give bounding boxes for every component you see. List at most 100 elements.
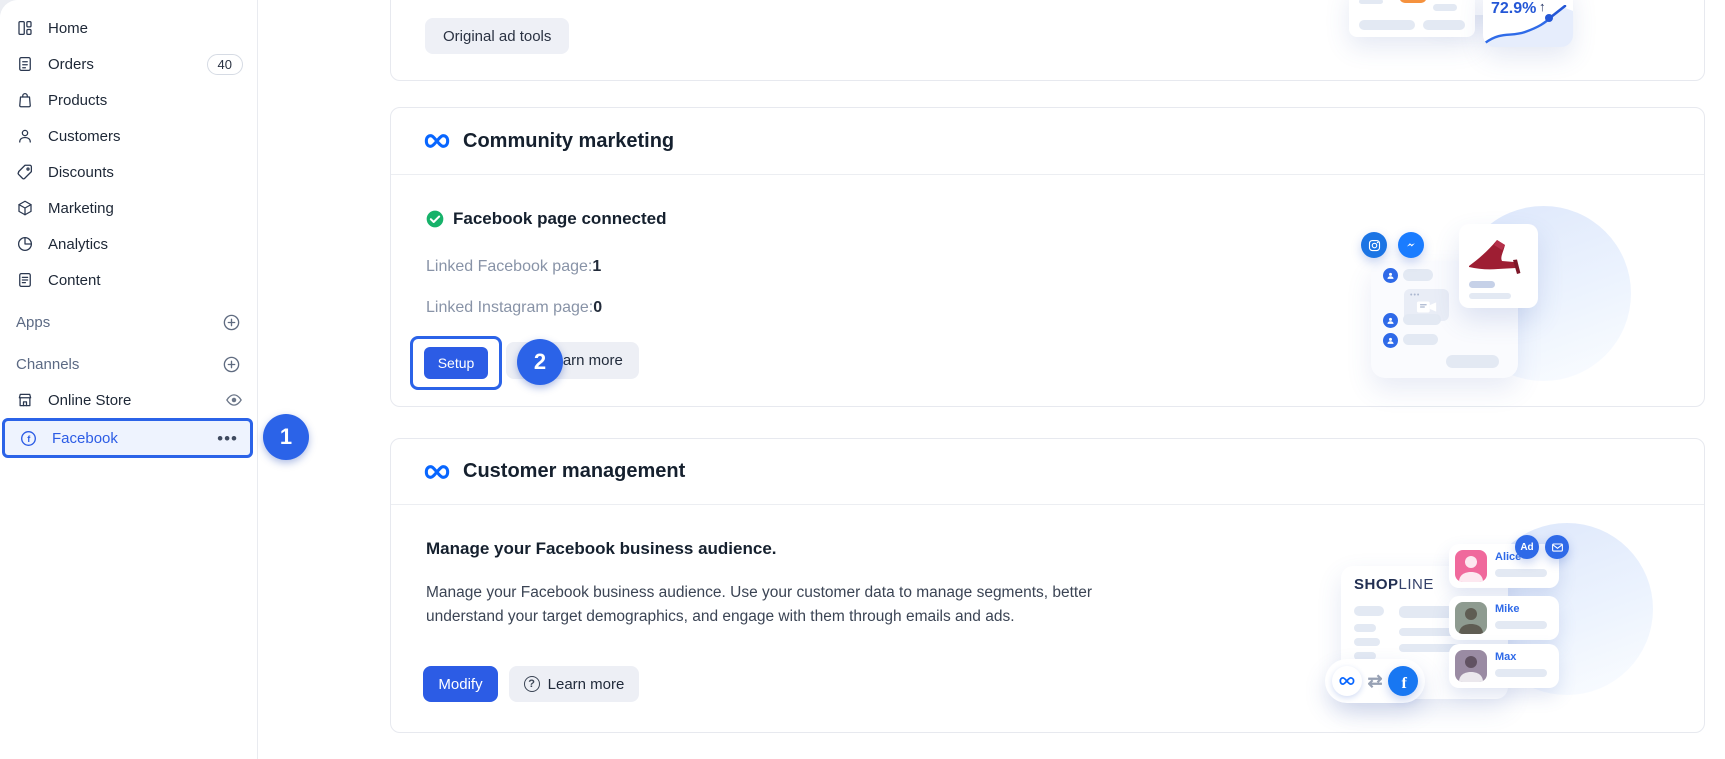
home-icon <box>16 19 34 37</box>
products-icon <box>16 91 34 109</box>
orders-count-badge: 40 <box>207 54 243 75</box>
sidebar-item-label: Customers <box>48 128 121 145</box>
avatar <box>1455 550 1487 582</box>
sidebar-item-label: Products <box>48 92 107 109</box>
deco-bar <box>1354 638 1380 646</box>
content-icon <box>16 271 34 289</box>
sidebar-item-analytics[interactable]: Analytics <box>0 226 257 262</box>
chat-bubble-bar <box>1403 334 1438 345</box>
deco-bar <box>1469 293 1511 299</box>
annotation-step-1: 1 <box>263 414 309 460</box>
logo-light: LINE <box>1399 576 1434 593</box>
setup-label: Setup <box>438 355 475 371</box>
status-text: Facebook page connected <box>453 209 667 229</box>
video-camera-icon <box>1416 299 1438 315</box>
top-card: Original ad tools Pearl rings 72.9% ↑ <box>390 0 1705 81</box>
ad-badge-label: Ad <box>1520 542 1533 553</box>
check-circle-icon <box>425 209 445 229</box>
annotation-number: 1 <box>280 424 292 450</box>
svg-text:f: f <box>27 433 31 443</box>
customer-name: Mike <box>1495 603 1519 615</box>
sidebar-item-discounts[interactable]: Discounts <box>0 154 257 190</box>
sidebar-item-label: Content <box>48 272 101 289</box>
learn-more-label: Learn more <box>548 676 625 693</box>
card-title: Customer management <box>463 460 685 483</box>
svg-text:f: f <box>1401 674 1407 692</box>
body-line: understand your target demographics, and… <box>426 605 1092 629</box>
app-window: Home Orders 40 Products Customers Discou… <box>0 0 1725 759</box>
modify-button[interactable]: Modify <box>423 666 498 702</box>
sidebar-item-label: Online Store <box>48 392 131 409</box>
chat-avatar-icon <box>1383 313 1398 328</box>
sidebar-item-facebook[interactable]: f Facebook ••• <box>2 418 253 458</box>
sidebar-section-channels: Channels <box>0 346 257 382</box>
meta-icon <box>1332 666 1362 696</box>
plus-circle-icon <box>222 355 241 374</box>
ad-badge-icon: Ad <box>1515 535 1539 559</box>
card-header: Customer management <box>391 439 1704 505</box>
sidebar-section-apps: Apps <box>0 304 257 340</box>
section-label: Channels <box>16 356 79 373</box>
sidebar-item-marketing[interactable]: Marketing <box>0 190 257 226</box>
linked-facebook-value: 1 <box>592 258 601 275</box>
sidebar-item-label: Facebook <box>52 430 118 447</box>
card-header: Community marketing <box>391 108 1704 175</box>
sidebar-item-online-store[interactable]: Online Store <box>0 382 257 418</box>
annotation-number: 2 <box>534 349 546 375</box>
deco-bar <box>1354 624 1376 632</box>
card-title: Community marketing <box>463 130 674 153</box>
sidebar-item-products[interactable]: Products <box>0 82 257 118</box>
storefront-icon <box>16 391 34 409</box>
deco-bar <box>1359 20 1415 30</box>
linked-instagram-row: Linked Instagram page:0 <box>426 299 602 317</box>
chat-bubble-bar <box>1403 269 1433 281</box>
chat-avatar-icon <box>1383 333 1398 348</box>
illustration-product-card: Pearl rings <box>1349 0 1475 37</box>
sidebar-item-customers[interactable]: Customers <box>0 118 257 154</box>
instagram-icon <box>1361 232 1387 258</box>
sidebar-item-orders[interactable]: Orders 40 <box>0 46 257 82</box>
meta-icon <box>421 125 453 157</box>
customer-mini-card: Mike <box>1449 596 1559 640</box>
annotation-step-2: 2 <box>517 339 563 385</box>
chip-label: Original ad tools <box>443 28 551 45</box>
customers-icon <box>16 127 34 145</box>
linked-instagram-value: 0 <box>593 299 602 316</box>
illustration-product-bubble <box>1459 224 1538 308</box>
facebook-channel-icon: f <box>19 429 38 448</box>
sidebar-item-label: Discounts <box>48 164 114 181</box>
chat-bubble-bar <box>1403 314 1441 325</box>
main-panel: Home Orders 40 Products Customers Discou… <box>0 0 1725 759</box>
more-options-icon[interactable]: ••• <box>217 430 238 447</box>
deco-bar <box>1423 20 1465 30</box>
original-ad-tools-chip[interactable]: Original ad tools <box>425 18 569 54</box>
sidebar-item-home[interactable]: Home <box>0 10 257 46</box>
avatar <box>1455 602 1487 634</box>
learn-more-button[interactable]: ? Learn more <box>509 666 639 702</box>
customer-management-card: Customer management Manage your Facebook… <box>390 438 1705 733</box>
discounts-icon <box>16 163 34 181</box>
sync-pill: ⇄ f <box>1325 659 1425 703</box>
deco-bar <box>1495 569 1547 577</box>
messenger-icon <box>1398 232 1424 258</box>
sidebar-item-content[interactable]: Content <box>0 262 257 298</box>
add-app-button[interactable] <box>222 313 241 332</box>
customer-name: Max <box>1495 651 1516 663</box>
meta-icon <box>421 456 453 488</box>
deco-bar <box>1433 4 1457 11</box>
community-marketing-card: Community marketing Facebook page connec… <box>390 107 1705 407</box>
deco-bar <box>1495 669 1547 677</box>
linked-facebook-label: Linked Facebook page: <box>426 258 592 275</box>
email-badge-icon <box>1545 535 1569 559</box>
add-channel-button[interactable] <box>222 355 241 374</box>
chat-avatar-icon <box>1383 268 1398 283</box>
orders-icon <box>16 55 34 73</box>
preview-eye-button[interactable] <box>225 390 243 410</box>
shopline-logo: SHOPLINE <box>1354 576 1434 593</box>
customer-mini-card: Max <box>1449 644 1559 688</box>
illustration-stat-card: 72.9% ↑ <box>1483 0 1573 47</box>
customer-mini-card: Alice <box>1449 544 1559 588</box>
setup-button[interactable]: Setup <box>424 347 488 379</box>
logo-bold: SHOP <box>1354 576 1399 593</box>
sidebar-item-label: Analytics <box>48 236 108 253</box>
